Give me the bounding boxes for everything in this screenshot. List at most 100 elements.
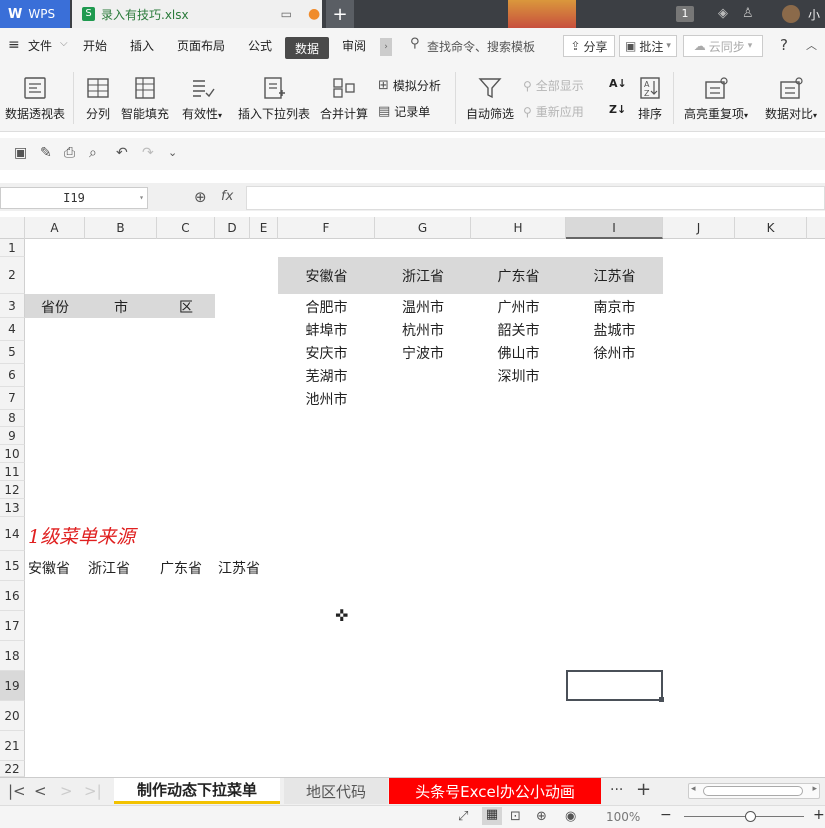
split-column-button[interactable]: 分列	[80, 75, 116, 122]
collapse-ribbon-icon[interactable]: ︿	[806, 37, 817, 53]
cell-a3[interactable]: 省份	[25, 297, 85, 317]
zoom-slider-thumb[interactable]	[745, 811, 756, 822]
cloud-sync-button[interactable]: ☁ 云同步 ▾	[683, 35, 763, 57]
format-painter-icon[interactable]: ✎	[40, 145, 52, 161]
prev-sheet-icon[interactable]: <	[34, 782, 47, 800]
user-name[interactable]: 小	[808, 6, 820, 23]
cell-f3[interactable]: 合肥市	[278, 297, 375, 317]
reading-mode-icon[interactable]: ⊕	[536, 809, 547, 824]
row-header-3[interactable]: 3	[0, 294, 25, 318]
more-sheets-button[interactable]: ···	[610, 782, 623, 798]
column-header-g[interactable]: G	[375, 217, 471, 239]
row-header-10[interactable]: 10	[0, 445, 25, 463]
zoom-out-icon[interactable]: −	[660, 807, 672, 823]
cell-g4[interactable]: 杭州市	[375, 320, 471, 340]
column-header-c[interactable]: C	[157, 217, 215, 239]
name-box[interactable]: I19 ▾	[0, 187, 148, 209]
menu-file[interactable]: 文件	[28, 37, 52, 54]
cell-h6[interactable]: 深圳市	[471, 366, 566, 386]
row-header-14[interactable]: 14	[0, 517, 25, 551]
print-preview-icon[interactable]: ⌕	[89, 145, 97, 161]
print-icon[interactable]: ⎙	[64, 145, 75, 161]
cell-f7[interactable]: 池州市	[278, 389, 375, 409]
sort-az-button[interactable]: A↓	[609, 77, 627, 90]
fit-icon[interactable]: ⤢	[458, 809, 468, 824]
page-break-view-icon[interactable]: ⊡	[510, 809, 521, 824]
avatar[interactable]	[782, 5, 800, 23]
merge-calc-button[interactable]: 合并计算	[318, 75, 370, 122]
menu-data-tab[interactable]: 数据	[285, 37, 329, 59]
add-sheet-button[interactable]: +	[636, 779, 651, 800]
wps-home-tab[interactable]: W WPS	[0, 0, 70, 28]
data-compare-button[interactable]: 数据对比▾	[760, 75, 822, 122]
menu-review[interactable]: 审阅	[342, 37, 366, 54]
row-header-4[interactable]: 4	[0, 318, 25, 341]
row-header-6[interactable]: 6	[0, 364, 25, 387]
search-command-input[interactable]: 查找命令、搜索模板	[427, 38, 535, 55]
shirt-icon[interactable]: ♙	[742, 6, 754, 21]
validity-button[interactable]: 有效性▾	[177, 75, 227, 122]
select-all-corner[interactable]	[0, 217, 25, 239]
row-header-16[interactable]: 16	[0, 581, 25, 611]
cell-h4[interactable]: 韶关市	[471, 320, 566, 340]
unsaved-dot-icon[interactable]: ●	[308, 6, 320, 22]
monitor-icon[interactable]: ▭	[281, 7, 292, 21]
column-header-i[interactable]: I	[566, 217, 663, 239]
selected-cell-i19[interactable]	[566, 670, 663, 701]
normal-view-icon[interactable]: ▦	[482, 807, 502, 825]
highlight-duplicates-button[interactable]: 高亮重复项▾	[680, 75, 752, 122]
cell-i2[interactable]: 江苏省	[566, 266, 663, 286]
cell-g5[interactable]: 宁波市	[375, 343, 471, 363]
hamburger-icon[interactable]: ≡	[8, 37, 20, 53]
row-header-18[interactable]: 18	[0, 641, 25, 671]
save-icon[interactable]: ▣	[14, 145, 27, 161]
cell-f2[interactable]: 安徽省	[278, 266, 375, 286]
column-header-a[interactable]: A	[25, 217, 85, 239]
record-form-button[interactable]: ▤ 记录单	[378, 103, 430, 120]
cell-i5[interactable]: 徐州市	[566, 343, 663, 363]
column-header-e[interactable]: E	[250, 217, 278, 239]
column-header-j[interactable]: J	[663, 217, 735, 239]
cell-g3[interactable]: 温州市	[375, 297, 471, 317]
eye-protection-icon[interactable]: ◉	[565, 809, 576, 824]
menu-insert[interactable]: 插入	[130, 37, 154, 54]
row-header-13[interactable]: 13	[0, 499, 25, 517]
cell-h2[interactable]: 广东省	[471, 266, 566, 286]
auto-filter-button[interactable]: 自动筛选	[464, 75, 516, 122]
sort-za-button[interactable]: Z↓	[609, 103, 626, 116]
sort-button[interactable]: AZ 排序	[634, 75, 666, 122]
row-header-5[interactable]: 5	[0, 341, 25, 364]
first-sheet-icon[interactable]: |<	[8, 782, 26, 800]
menu-start[interactable]: 开始	[83, 37, 107, 54]
formula-input[interactable]	[246, 186, 825, 210]
cell-d15[interactable]: 江苏省	[218, 558, 278, 578]
insert-function-button[interactable]: fx	[221, 189, 233, 204]
cell-b3[interactable]: 市	[85, 297, 157, 317]
insert-dropdown-list-button[interactable]: 插入下拉列表	[234, 75, 314, 122]
chevron-down-icon[interactable]: ⌵	[60, 38, 68, 49]
cell-a14-note[interactable]: 1级菜单来源	[28, 522, 228, 549]
cell-i3[interactable]: 南京市	[566, 297, 663, 317]
smart-fill-button[interactable]: 智能填充	[119, 75, 171, 122]
reapply-button[interactable]: ⚲ 重新应用	[523, 103, 584, 120]
cell-i4[interactable]: 盐城市	[566, 320, 663, 340]
row-header-20[interactable]: 20	[0, 701, 25, 731]
row-header-21[interactable]: 21	[0, 731, 25, 761]
scrollbar-thumb[interactable]	[703, 786, 803, 796]
row-header-2[interactable]: 2	[0, 257, 25, 294]
cell-h5[interactable]: 佛山市	[471, 343, 566, 363]
simulate-analysis-button[interactable]: ⊞ 模拟分析	[378, 77, 441, 94]
sheet-tab-active[interactable]: 制作动态下拉菜单	[114, 778, 280, 804]
help-button[interactable]: ?	[780, 36, 788, 54]
more-menu-arrow-icon[interactable]: ›	[380, 38, 392, 56]
zoom-formula-icon[interactable]: ⊕	[194, 188, 207, 206]
row-header-15[interactable]: 15	[0, 551, 25, 581]
row-header-9[interactable]: 9	[0, 427, 25, 445]
zoom-level[interactable]: 100%	[606, 810, 640, 824]
share-button[interactable]: ⇪ 分享	[563, 35, 615, 57]
next-sheet-icon[interactable]: >	[60, 782, 73, 800]
horizontal-scrollbar[interactable]: ◂ ▸	[688, 783, 820, 799]
scroll-right-icon[interactable]: ▸	[812, 784, 817, 794]
column-header-h[interactable]: H	[471, 217, 566, 239]
cell-f5[interactable]: 安庆市	[278, 343, 375, 363]
